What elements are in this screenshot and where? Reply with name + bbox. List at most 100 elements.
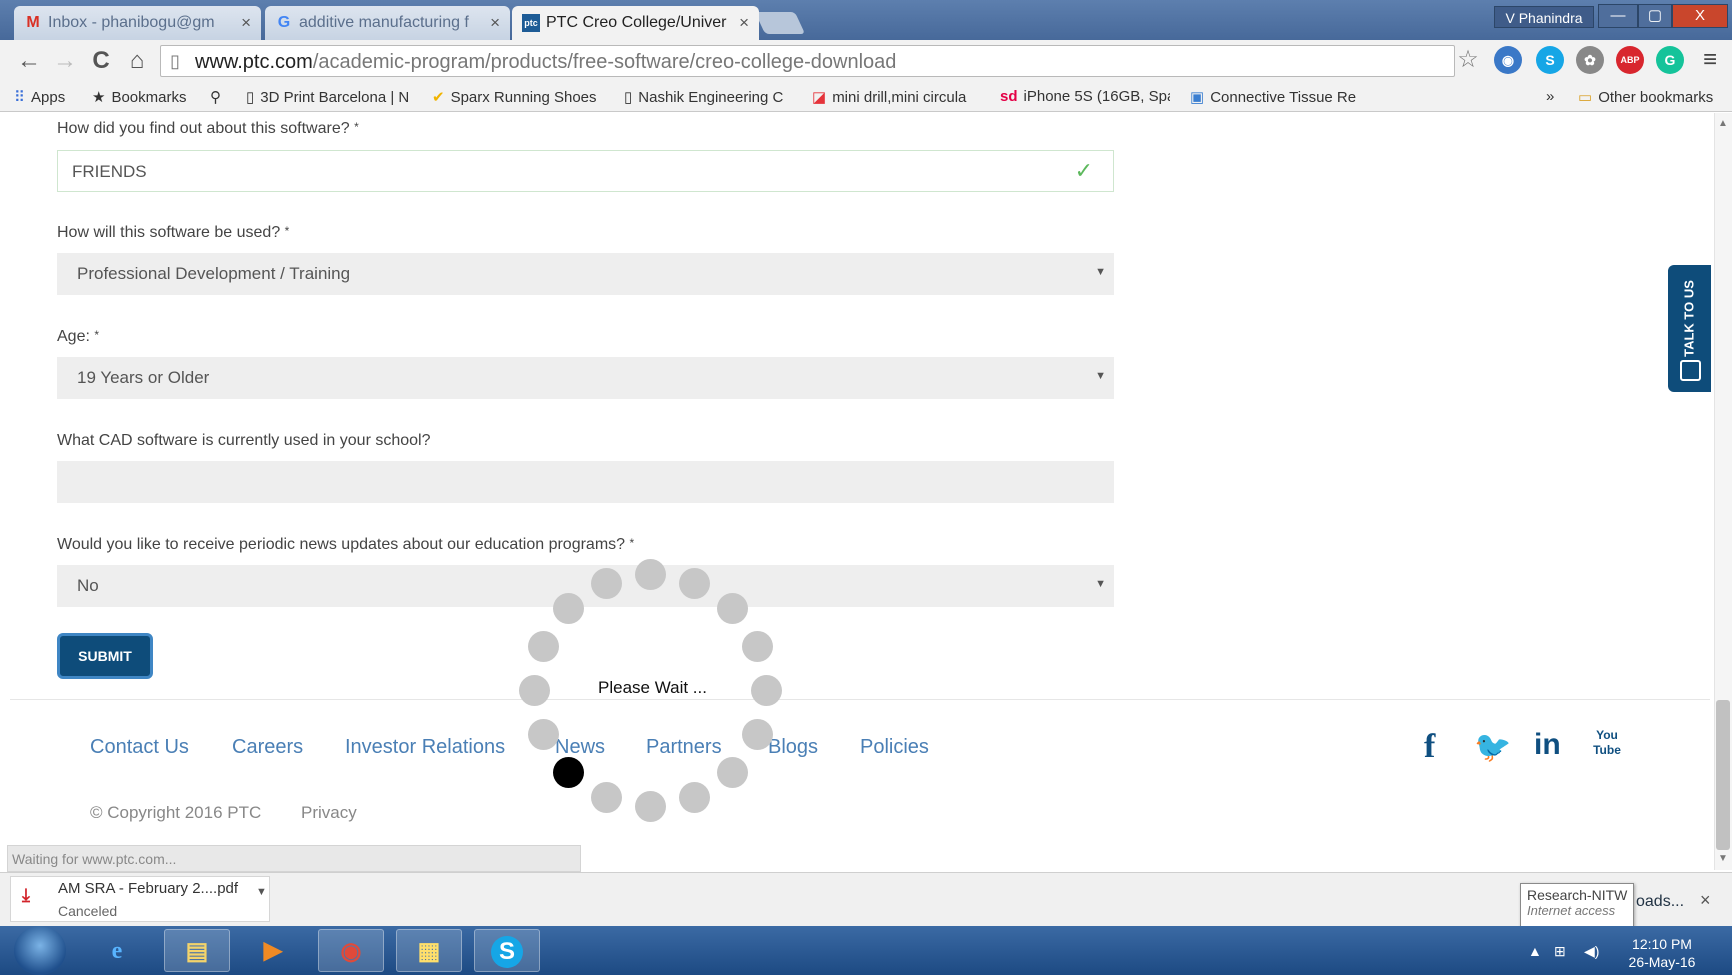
age-select[interactable]: 19 Years or Older ▼ bbox=[57, 357, 1114, 399]
menu-icon[interactable]: ≡ bbox=[1696, 46, 1724, 74]
ie-icon[interactable]: e bbox=[84, 929, 150, 972]
google-icon: G bbox=[277, 14, 291, 31]
skype-taskbar-icon[interactable]: S bbox=[474, 929, 540, 972]
bookmarks-bar: ⠿ Apps ★ Bookmarks ⚲ ▯ 3D Print Barcelona |… bbox=[0, 82, 1732, 112]
bookmark-sparx[interactable]: ✔ Sparx Running Shoes bbox=[432, 88, 602, 106]
linkedin-icon[interactable]: in bbox=[1534, 728, 1561, 762]
talk-to-us-label: TALK TO US bbox=[1681, 280, 1697, 357]
image-icon: ▣ bbox=[1190, 89, 1205, 106]
close-tab-icon[interactable]: × bbox=[739, 13, 749, 33]
shoe-icon: ✔ bbox=[432, 89, 445, 106]
chat-icon bbox=[1680, 360, 1701, 381]
chevron-down-icon: ▼ bbox=[1095, 578, 1106, 590]
spinner-dot bbox=[590, 782, 622, 814]
footer-link-contact-us[interactable]: Contact Us bbox=[90, 736, 189, 759]
scroll-up-arrow-icon[interactable]: ▲ bbox=[1716, 118, 1730, 129]
start-button[interactable] bbox=[14, 926, 66, 975]
bookmark-mini-drill[interactable]: ◪ mini drill,mini circula bbox=[812, 88, 982, 106]
puzzle-icon[interactable]: ✿ bbox=[1576, 46, 1604, 74]
skype-icon[interactable]: S bbox=[1536, 46, 1564, 74]
apps-icon: ⠿ bbox=[14, 89, 25, 106]
privacy-link[interactable]: Privacy bbox=[301, 803, 357, 823]
youtube-icon[interactable]: You Tube bbox=[1590, 728, 1624, 758]
globe-icon[interactable]: ◉ bbox=[1494, 46, 1522, 74]
minimize-button[interactable]: — bbox=[1598, 4, 1638, 28]
bookmark-connective-tissue[interactable]: ▣ Connective Tissue Re bbox=[1190, 88, 1364, 106]
question-label-source: How did you find out about this software… bbox=[57, 120, 359, 137]
copyright-text: © Copyright 2016 PTC bbox=[90, 803, 262, 822]
close-shelf-icon[interactable]: × bbox=[1700, 890, 1711, 911]
grammarly-icon[interactable]: G bbox=[1656, 46, 1684, 74]
spinner-dot bbox=[527, 719, 559, 751]
submit-button[interactable]: SUBMIT bbox=[57, 633, 153, 679]
gmail-icon: M bbox=[26, 14, 40, 31]
spinner-dot bbox=[679, 782, 711, 814]
question-label-usage: How will this software be used? * bbox=[57, 224, 290, 241]
chrome-icon[interactable]: ◉ bbox=[318, 929, 384, 972]
address-bar[interactable]: ▯ www.ptc.com/academic-program/products/f… bbox=[160, 45, 1455, 77]
required-mark: * bbox=[629, 536, 635, 550]
back-button[interactable]: ← bbox=[14, 46, 44, 76]
footer-link-partners[interactable]: Partners bbox=[646, 736, 722, 759]
usage-select[interactable]: Professional Development / Training ▼ bbox=[57, 253, 1114, 295]
chevron-down-icon: ▼ bbox=[1095, 266, 1106, 278]
tab-google-search[interactable]: G additive manufacturing f × bbox=[265, 6, 510, 40]
taskbar-clock[interactable]: 12:10 PM 26-May-16 bbox=[1622, 935, 1702, 971]
media-player-icon[interactable]: ▶ bbox=[240, 929, 306, 972]
spinner-dot bbox=[635, 791, 666, 822]
tab-label: additive manufacturing f bbox=[299, 14, 469, 31]
scrollbar-thumb[interactable] bbox=[1716, 700, 1730, 850]
news-updates-select[interactable]: No ▼ bbox=[57, 565, 1114, 607]
explorer-icon[interactable]: ▤ bbox=[164, 929, 230, 972]
bookmark-iphone[interactable]: sd iPhone 5S (16GB, Spa bbox=[1000, 88, 1170, 105]
bookmark-star-icon[interactable]: ☆ bbox=[1454, 46, 1482, 74]
tab-ptc-creo[interactable]: ptc PTC Creo College/Univer × bbox=[512, 6, 759, 40]
adblock-icon[interactable]: ABP bbox=[1616, 46, 1644, 74]
talk-to-us-tab[interactable]: TALK TO US bbox=[1668, 265, 1711, 392]
footer-link-news[interactable]: News bbox=[555, 736, 605, 759]
footer-divider bbox=[10, 699, 1710, 700]
scroll-down-arrow-icon[interactable]: ▼ bbox=[1716, 853, 1730, 864]
close-window-button[interactable]: X bbox=[1672, 4, 1728, 28]
volume-tray-icon[interactable]: ◀) bbox=[1584, 943, 1599, 960]
footer-link-blogs[interactable]: Blogs bbox=[768, 736, 818, 759]
tab-inbox[interactable]: M Inbox - phanibogu@gm × bbox=[14, 6, 261, 40]
source-input[interactable]: FRIENDS ✓ bbox=[57, 150, 1114, 192]
close-tab-icon[interactable]: × bbox=[490, 13, 500, 33]
tab-label: PTC Creo College/Univer bbox=[546, 14, 727, 31]
star-icon: ★ bbox=[92, 89, 106, 106]
footer-link-investor-relations[interactable]: Investor Relations bbox=[345, 736, 505, 759]
footer-link-careers[interactable]: Careers bbox=[232, 736, 303, 759]
maximize-button[interactable]: ▢ bbox=[1638, 4, 1672, 28]
title-bar: M Inbox - phanibogu@gm × G additive manu… bbox=[0, 0, 1732, 40]
network-tooltip: Research-NITW Internet access bbox=[1520, 883, 1634, 927]
clock-time: 12:10 PM bbox=[1632, 936, 1692, 952]
reload-button[interactable]: C bbox=[86, 46, 116, 76]
show-all-downloads-link[interactable]: oads... bbox=[1636, 893, 1684, 911]
bookmark-search[interactable]: ⚲ bbox=[210, 88, 227, 106]
other-bookmarks[interactable]: ▭ Other bookmarks bbox=[1578, 88, 1713, 106]
bookmarks-overflow-button[interactable]: » bbox=[1546, 88, 1554, 105]
bookmark-apps[interactable]: ⠿ Apps bbox=[14, 88, 65, 106]
spinner-dot-active bbox=[552, 757, 584, 789]
cad-software-input[interactable] bbox=[57, 461, 1114, 503]
bookmark-nashik-engineering[interactable]: ▯ Nashik Engineering C bbox=[624, 88, 794, 106]
spinner-dot bbox=[590, 567, 622, 599]
required-mark: * bbox=[354, 120, 359, 134]
profile-button[interactable]: V Phanindra bbox=[1494, 6, 1594, 28]
facebook-icon[interactable]: f bbox=[1424, 728, 1435, 766]
bookmark-bookmarks[interactable]: ★ Bookmarks bbox=[92, 88, 186, 106]
valid-check-icon: ✓ bbox=[1074, 158, 1093, 183]
close-tab-icon[interactable]: × bbox=[241, 13, 251, 33]
download-menu-chevron-icon[interactable]: ▼ bbox=[256, 886, 267, 898]
app-grid-icon[interactable]: ▦ bbox=[396, 929, 462, 972]
forward-button[interactable]: → bbox=[50, 46, 80, 76]
tab-label: Inbox - phanibogu@gm bbox=[48, 14, 215, 31]
twitter-icon[interactable]: 🐦 bbox=[1474, 730, 1511, 765]
spinner-dot bbox=[552, 592, 584, 624]
footer-link-policies[interactable]: Policies bbox=[860, 736, 929, 759]
home-button[interactable]: ⌂ bbox=[122, 46, 152, 76]
network-tray-icon[interactable]: ⊞ bbox=[1554, 943, 1566, 960]
tray-expand-icon[interactable]: ▲ bbox=[1528, 943, 1542, 959]
bookmark-3d-print-barcelona[interactable]: ▯ 3D Print Barcelona | N bbox=[246, 88, 416, 106]
